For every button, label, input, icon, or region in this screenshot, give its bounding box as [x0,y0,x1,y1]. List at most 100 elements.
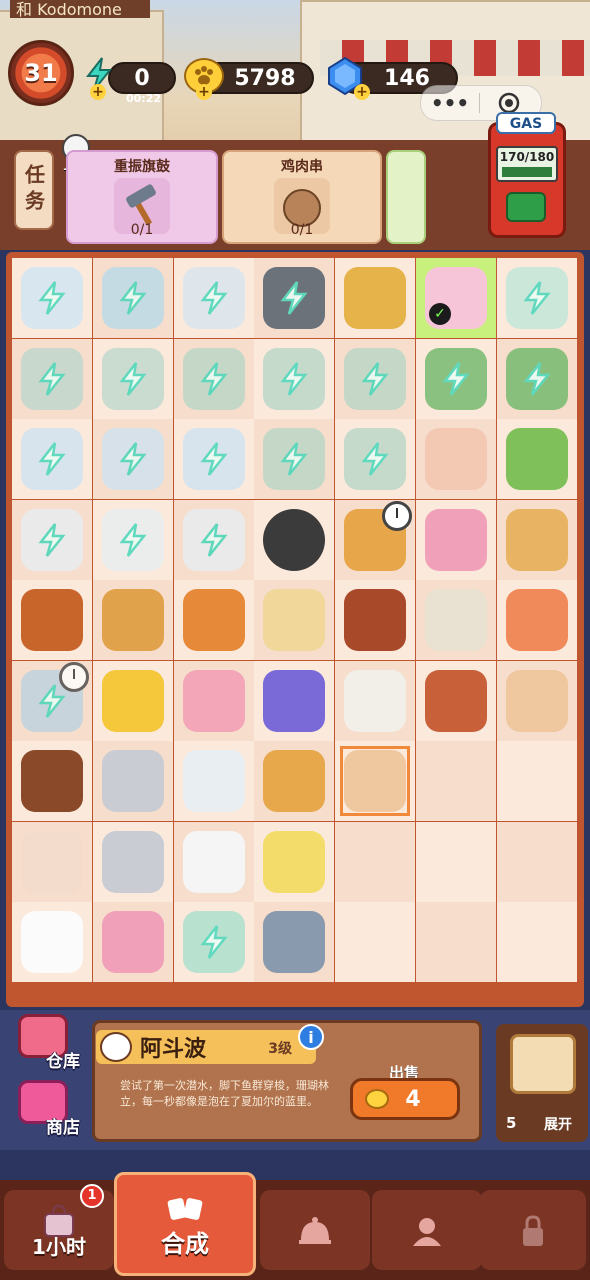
board-cell[interactable] [254,660,335,741]
task-card-3[interactable] [386,150,426,244]
board-cell[interactable] [335,821,416,902]
nav-item-merge[interactable]: 合成 [114,1172,256,1276]
board-cell[interactable] [335,902,416,982]
board-cell[interactable] [496,660,577,741]
board-cell[interactable] [92,580,173,660]
butter-icon [263,830,326,893]
more-options-button[interactable]: ••• [421,91,479,115]
board-cell[interactable] [254,902,335,982]
board-cell[interactable] [254,741,335,821]
board-cell[interactable] [416,338,496,419]
board-cell[interactable] [254,580,335,660]
lock-icon [515,1214,551,1248]
energy-counter[interactable]: 0 [108,62,176,94]
board-cell[interactable] [92,902,173,982]
board-cell[interactable] [496,258,577,338]
board-cell[interactable] [12,741,92,821]
expand-count: 5 [506,1114,517,1132]
warehouse-button[interactable]: 仓库 [6,1014,88,1072]
board-cell[interactable] [173,419,254,499]
board-cell[interactable] [416,821,496,902]
board-cell[interactable] [335,419,416,499]
energy-add-button[interactable]: + [90,84,106,100]
item-name: 阿斗波 [140,1037,207,1062]
board-cell[interactable] [496,338,577,419]
board-cell[interactable] [335,580,416,660]
task-card-2[interactable]: 鸡肉串 0/1 [222,150,382,244]
tasks-tab[interactable]: 任务 [14,150,54,230]
timer-clock-icon [59,661,89,692]
board-cell[interactable] [254,419,335,499]
board-cell[interactable] [173,499,254,580]
player-level-badge[interactable]: 31 [8,40,74,106]
nav-item-chef[interactable] [372,1190,482,1270]
board-cell[interactable] [92,660,173,741]
lock-bolt-icon [280,361,308,396]
printer-icon [21,508,83,571]
board-cell[interactable] [173,741,254,821]
board-cell[interactable] [173,338,254,419]
board-cell[interactable] [416,419,496,499]
sell-button[interactable]: 4 [350,1078,460,1120]
board-cell[interactable] [254,499,335,580]
task-card-1[interactable]: 重振旗鼓 0/1 [66,150,218,244]
board-cell[interactable] [335,258,416,338]
board-cell[interactable] [12,821,92,902]
board-cell[interactable] [416,902,496,982]
board-cell[interactable] [12,258,92,338]
gem-add-button[interactable]: + [354,84,370,100]
board-cell[interactable] [254,338,335,419]
board-cell[interactable] [416,741,496,821]
gas-station[interactable]: GAS 170/180 [478,112,574,240]
board-cell[interactable] [254,258,335,338]
board-cell[interactable] [173,660,254,741]
board-cell[interactable] [12,499,92,580]
info-icon[interactable]: i [298,1024,324,1050]
board-cell[interactable] [12,580,92,660]
board-cell[interactable] [92,821,173,902]
board-cell[interactable] [12,660,92,741]
board-cell[interactable] [92,338,173,419]
board-cell[interactable] [92,499,173,580]
board-cell[interactable] [92,741,173,821]
board-cell[interactable] [496,580,577,660]
tasks-tab-label: 任务 [21,164,46,216]
lock-bolt-icon [200,281,228,315]
board-cell[interactable] [496,499,577,580]
board-cell[interactable] [335,499,416,580]
board-cell[interactable] [416,499,496,580]
board-cell[interactable] [496,419,577,499]
nav-item-locked[interactable] [480,1190,586,1270]
board-cell[interactable] [12,419,92,499]
board-cell[interactable] [254,821,335,902]
stew-pot-icon [182,347,245,410]
board-cell[interactable] [335,660,416,741]
lock-bolt-icon [119,522,147,557]
notebook-icon [101,428,164,490]
board-cell[interactable] [12,338,92,419]
expand-button[interactable]: 5 展开 [496,1024,588,1142]
board-cell[interactable] [92,419,173,499]
fridge-icon [101,267,164,329]
coin-add-button[interactable]: + [196,84,212,100]
shop-button[interactable]: 商店 [6,1080,88,1138]
herb-plant-icon [505,347,568,410]
board-cell[interactable] [496,902,577,982]
notebook-icon [21,428,83,490]
board-cell[interactable]: ✓ [416,258,496,338]
board-cell[interactable] [496,821,577,902]
board-cell[interactable] [335,741,416,821]
nav-item-service[interactable] [260,1190,370,1270]
board-cell[interactable] [173,902,254,982]
board-cell[interactable] [416,660,496,741]
board-cell[interactable] [173,580,254,660]
board-cell[interactable] [92,258,173,338]
board-cell[interactable] [496,741,577,821]
board-cell[interactable] [173,821,254,902]
board-cell[interactable] [12,902,92,982]
board-cell[interactable] [173,258,254,338]
board-cell[interactable] [416,580,496,660]
refuel-button[interactable] [506,192,546,222]
board-cell[interactable] [335,338,416,419]
nav-label: 合成 [161,1230,209,1258]
